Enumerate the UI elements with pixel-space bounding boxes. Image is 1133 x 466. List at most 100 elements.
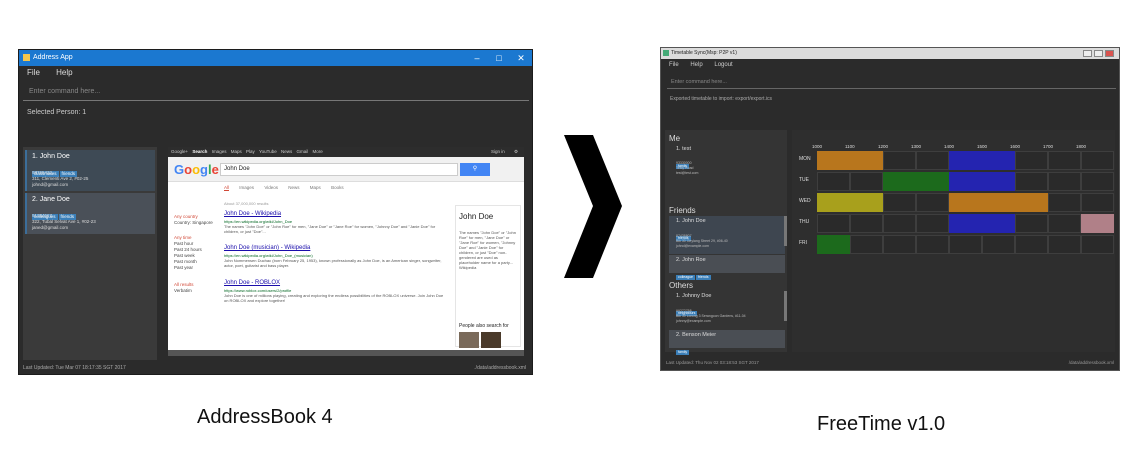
menu-logout[interactable]: Logout	[714, 62, 732, 68]
timetable-cell[interactable]	[850, 172, 883, 191]
filter[interactable]: Past hour	[174, 241, 193, 246]
result-title[interactable]: John Doe - Wikipedia	[224, 211, 281, 217]
close-icon[interactable]: ✕	[510, 50, 532, 66]
menu-file[interactable]: File	[27, 68, 40, 77]
event-block[interactable]	[883, 172, 949, 191]
bar-item[interactable]: Google+	[171, 149, 188, 154]
timetable-cell[interactable]	[982, 235, 1015, 254]
result-display: Exported timetable to import: export/exp…	[670, 96, 772, 102]
horizontal-scrollbar[interactable]	[168, 350, 524, 356]
bar-item[interactable]: YouTube	[259, 149, 277, 154]
me-card[interactable]: 1. test family 93330000 Testy Road test@…	[669, 144, 785, 180]
event-block[interactable]	[949, 151, 1015, 170]
maximize-icon[interactable]	[1094, 50, 1103, 57]
command-box[interactable]: Enter command here...	[23, 83, 529, 101]
tab-maps[interactable]: Maps	[310, 185, 321, 190]
minimize-icon[interactable]: –	[466, 50, 488, 66]
gear-icon[interactable]: ⚙	[514, 147, 518, 157]
event-block[interactable]	[949, 214, 1015, 233]
search-button[interactable]: ⚲	[460, 163, 490, 176]
filter[interactable]: Past week	[174, 253, 195, 258]
person-list[interactable]: 1. John Doe classmates friends 98765432 3…	[23, 147, 157, 360]
result-title[interactable]: John Doe (musician) - Wikipedia	[224, 245, 310, 251]
timetable-grid[interactable]: 1000 1100 1200 1300 1400 1500 1600 1700 …	[792, 130, 1115, 352]
friend-card[interactable]: 2. John Roe colleague friends	[669, 255, 785, 280]
filter[interactable]: Past year	[174, 265, 193, 270]
filter[interactable]: Any time	[174, 235, 192, 240]
timetable-cell[interactable]	[1048, 235, 1081, 254]
person-card[interactable]: 1. John Doe classmates friends 98765432 3…	[25, 150, 155, 191]
search-input[interactable]: John Doe	[220, 163, 458, 176]
bar-item[interactable]: Search	[192, 149, 207, 154]
timetable-cell[interactable]	[883, 193, 916, 212]
browser-panel[interactable]: Google+ Search Images Maps Play YouTube …	[168, 147, 524, 356]
photo-thumbnail[interactable]	[481, 332, 501, 348]
timetable-cell[interactable]	[883, 235, 916, 254]
menu-file[interactable]: File	[669, 62, 679, 68]
result-title[interactable]: John Doe - ROBLOX	[224, 280, 280, 286]
google-logo[interactable]: Google	[174, 162, 219, 177]
timetable-cell[interactable]	[1015, 172, 1048, 191]
menu-help[interactable]: Help	[56, 68, 72, 77]
friends-scrollbar[interactable]	[784, 216, 787, 246]
person-sidebar[interactable]: Me 1. test family 93330000 Testy Road te…	[665, 130, 787, 355]
timetable-cell[interactable]	[850, 214, 883, 233]
filter[interactable]: Country: Singapore	[174, 220, 213, 225]
timetable-cell[interactable]	[1081, 235, 1114, 254]
timetable-cell[interactable]	[949, 235, 982, 254]
maximize-icon[interactable]: □	[488, 50, 510, 66]
timetable-cell[interactable]	[1048, 151, 1081, 170]
other-card[interactable]: 2. Benson Meier family	[669, 330, 785, 355]
event-block[interactable]	[949, 193, 1048, 212]
tab-news[interactable]: News	[288, 185, 299, 190]
tab-videos[interactable]: Videos	[264, 185, 278, 190]
event-block[interactable]	[817, 151, 883, 170]
timetable-cell[interactable]	[817, 172, 850, 191]
sign-in-link[interactable]: Sign in	[491, 147, 505, 157]
bar-item[interactable]: More	[313, 149, 323, 154]
person-card[interactable]: 2. Jane Doe colleagues friends 91234567 3…	[25, 193, 155, 234]
timetable-cell[interactable]	[916, 193, 949, 212]
timetable-cell[interactable]	[1081, 151, 1114, 170]
menu-help[interactable]: Help	[690, 62, 702, 68]
close-icon[interactable]	[1105, 50, 1114, 57]
bar-item[interactable]: Gmail	[297, 149, 309, 154]
timetable-cell[interactable]	[1048, 193, 1081, 212]
timetable-cell[interactable]	[850, 235, 883, 254]
filter[interactable]: Any country	[174, 214, 198, 219]
filter[interactable]: Past 24 hours	[174, 247, 202, 252]
tab-all[interactable]: All	[224, 185, 230, 191]
timetable-cell[interactable]	[1081, 193, 1114, 212]
timetable-cell[interactable]	[916, 214, 949, 233]
event-block[interactable]	[817, 193, 883, 212]
bar-item[interactable]: Play	[246, 149, 255, 154]
minimize-icon[interactable]	[1083, 50, 1092, 57]
friend-card[interactable]: 1. John Doe friends 87438807 Blk 30 Geyl…	[669, 216, 785, 254]
other-card[interactable]: 1. Johnny Doe neighbours 99272758 Blk 30…	[669, 291, 785, 329]
timetable-cell[interactable]	[916, 235, 949, 254]
timetable-cell[interactable]	[883, 151, 916, 170]
bar-item[interactable]: News	[281, 149, 292, 154]
tab-images[interactable]: Images	[239, 185, 254, 190]
photo-thumbnail[interactable]	[459, 332, 479, 348]
filter[interactable]: Past month	[174, 259, 197, 264]
timetable-cell[interactable]	[1015, 151, 1048, 170]
event-block[interactable]	[1081, 214, 1114, 233]
timetable-cell[interactable]	[1081, 172, 1114, 191]
timetable-cell[interactable]	[817, 214, 850, 233]
command-box[interactable]: Enter command here...	[667, 75, 1116, 89]
bar-item[interactable]: Images	[212, 149, 227, 154]
timetable-cell[interactable]	[883, 214, 916, 233]
timetable-cell[interactable]	[1048, 172, 1081, 191]
bar-item[interactable]: Maps	[231, 149, 242, 154]
timetable-cell[interactable]	[1015, 235, 1048, 254]
timetable-cell[interactable]	[1048, 214, 1081, 233]
others-scrollbar[interactable]	[784, 291, 787, 321]
tab-books[interactable]: Books	[331, 185, 344, 190]
event-block[interactable]	[817, 235, 850, 254]
timetable-cell[interactable]	[916, 151, 949, 170]
timetable-cell[interactable]	[1015, 214, 1048, 233]
filter[interactable]: Verbatim	[174, 288, 192, 293]
filter[interactable]: All results	[174, 282, 194, 287]
event-block[interactable]	[949, 172, 1015, 191]
